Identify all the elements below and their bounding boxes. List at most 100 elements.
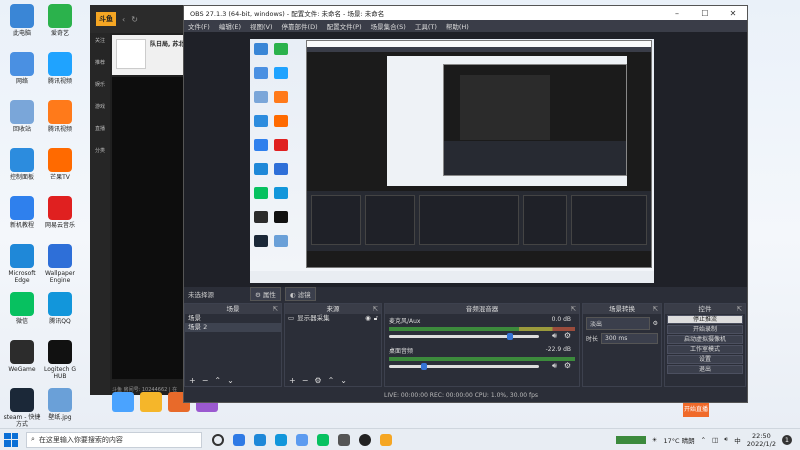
sidebar-item-follow[interactable]: 关注 [90, 33, 110, 55]
move-down-icon[interactable]: ⌄ [340, 376, 347, 385]
volume-slider[interactable] [389, 333, 539, 340]
menu-help[interactable]: 帮助(H) [446, 21, 469, 31]
menu-edit[interactable]: 编辑(E) [219, 21, 241, 31]
desktop-icon[interactable]: 腾讯视频 [40, 100, 80, 133]
settings-icon[interactable] [338, 433, 350, 446]
desktop-icon[interactable]: 腾讯视频 [40, 52, 80, 85]
desktop-icon[interactable]: 网易云音乐 [40, 196, 80, 229]
transition-select[interactable]: 淡出 [586, 317, 650, 330]
app-icon [48, 244, 72, 268]
network-icon[interactable]: ◫ [712, 436, 718, 444]
add-icon[interactable]: + [189, 376, 196, 385]
remove-icon[interactable]: − [202, 376, 209, 385]
close-icon[interactable]: ✕ [719, 9, 747, 18]
dock-float-icon[interactable]: ⇱ [737, 304, 742, 314]
desktop-icon[interactable]: Logitech G HUB [40, 340, 80, 380]
move-up-icon[interactable]: ⌃ [214, 376, 221, 385]
stop-streaming-button[interactable]: 停止推流 [667, 315, 743, 324]
gear-icon[interactable]: ⚙ [564, 361, 571, 370]
desktop-icon[interactable]: 此电脑 [2, 4, 42, 37]
remove-icon[interactable]: − [302, 376, 309, 385]
refresh-icon[interactable]: ↻ [131, 15, 138, 24]
source-item[interactable]: ▭ 显示器采集 ◉ 🔓︎ [285, 314, 381, 323]
slider-thumb[interactable] [420, 363, 427, 370]
properties-button[interactable]: ⚙ 属性 [250, 287, 281, 301]
douyu-icon[interactable] [380, 433, 392, 446]
desktop-icon[interactable]: 网络 [2, 52, 42, 85]
scene-item[interactable]: 场景 2 [185, 323, 281, 332]
wechat-icon[interactable] [317, 433, 329, 446]
move-down-icon[interactable]: ⌄ [227, 376, 234, 385]
move-up-icon[interactable]: ⌃ [328, 376, 335, 385]
app-icon[interactable] [296, 433, 308, 446]
trophy-icon[interactable] [140, 392, 162, 412]
menu-file[interactable]: 文件(F) [188, 21, 210, 31]
obs-window[interactable]: OBS 27.1.3 (64-bit, windows) - 配置文件: 未命名… [183, 5, 748, 403]
filters-button[interactable]: ◐ 滤镜 [284, 287, 316, 301]
exit-button[interactable]: 退出 [667, 365, 743, 374]
taskbar-search[interactable]: ⌕ 在这里输入你要搜索的内容 [26, 431, 202, 448]
sidebar-item-category[interactable]: 分类 [90, 143, 110, 165]
desktop-icon[interactable]: 腾讯QQ [40, 292, 80, 325]
clock[interactable]: 22:50 2022/1/2 [747, 432, 776, 448]
gear-icon[interactable]: ⚙ [314, 376, 321, 385]
desktop-icon[interactable]: 壁纸.jpg [40, 388, 80, 421]
menu-docks[interactable]: 停靠部件(D) [282, 21, 318, 31]
dock-float-icon[interactable]: ⇱ [373, 304, 378, 314]
source-item-label: 显示器采集 [297, 314, 330, 322]
weather[interactable]: 17°C 晴朗 [663, 435, 694, 445]
sidebar-item-games[interactable]: 游戏 [90, 99, 110, 121]
dock-float-icon[interactable]: ⇱ [571, 304, 576, 314]
volume-icon[interactable]: 🔉︎ [724, 435, 728, 444]
obs-preview[interactable] [184, 32, 747, 287]
gift-icon[interactable] [112, 392, 134, 412]
desktop-icon[interactable]: steam - 快捷方式 [2, 388, 42, 428]
input-lang[interactable]: 中 [734, 435, 741, 445]
desktop-icon[interactable]: 爱奇艺 [40, 4, 80, 37]
speaker-icon[interactable]: 🔊︎ [552, 331, 557, 341]
start-live-button[interactable]: 开始直播 [683, 403, 709, 417]
eye-icon[interactable]: ◉ [365, 314, 371, 323]
desktop-icon[interactable]: 回收站 [2, 100, 42, 133]
notification-badge[interactable]: 1 [782, 434, 792, 445]
sidebar-item-live[interactable]: 直播 [90, 121, 110, 143]
menu-scene-collection[interactable]: 场景集合(S) [371, 21, 406, 31]
dock-float-icon[interactable]: ⇱ [653, 304, 658, 314]
browser-icon[interactable] [254, 433, 266, 446]
desktop-icon[interactable]: 新机教程 [2, 196, 42, 229]
start-recording-button[interactable]: 开始录制 [667, 325, 743, 334]
back-arrow-icon[interactable]: ‹ [122, 15, 125, 24]
desktop-icon[interactable]: WeGame [2, 340, 42, 373]
duration-input[interactable]: 300 ms [601, 333, 658, 344]
slider-thumb[interactable] [507, 333, 514, 340]
gear-icon[interactable]: ⚙ [564, 331, 571, 340]
maximize-icon[interactable]: ☐ [691, 9, 719, 18]
lock-icon[interactable]: 🔓︎ [374, 314, 381, 323]
desktop-icon[interactable]: 控制面板 [2, 148, 42, 181]
add-icon[interactable]: + [289, 376, 296, 385]
settings-button[interactable]: 设置 [667, 355, 743, 364]
task-view-icon[interactable] [212, 433, 224, 446]
sidebar-item-recommend[interactable]: 推荐 [90, 55, 110, 77]
studio-mode-button[interactable]: 工作室模式 [667, 345, 743, 354]
desktop-icon[interactable]: 微信 [2, 292, 42, 325]
chevron-up-icon[interactable]: ⌃ [701, 436, 706, 444]
menu-profile[interactable]: 配置文件(P) [327, 21, 362, 31]
windows-start-icon[interactable] [4, 432, 18, 447]
minimize-icon[interactable]: – [663, 9, 691, 18]
sidebar-item-entertainment[interactable]: 娱乐 [90, 77, 110, 99]
scene-item[interactable]: 场景 [185, 314, 281, 323]
virtual-camera-button[interactable]: 启动虚拟摄像机 [667, 335, 743, 344]
volume-slider[interactable] [389, 363, 539, 370]
dock-float-icon[interactable]: ⇱ [273, 304, 278, 314]
menu-tools[interactable]: 工具(T) [415, 21, 437, 31]
menu-view[interactable]: 视图(V) [250, 21, 273, 31]
obs-icon[interactable] [359, 433, 371, 446]
store-icon[interactable] [275, 433, 287, 446]
gear-icon[interactable]: ⚙ [653, 320, 658, 327]
desktop-icon[interactable]: 芒果TV [40, 148, 80, 181]
speaker-icon[interactable]: 🔊︎ [552, 361, 557, 371]
edge-icon[interactable] [233, 433, 245, 446]
desktop-icon[interactable]: Microsoft Edge [2, 244, 42, 284]
desktop-icon[interactable]: Wallpaper Engine [40, 244, 80, 284]
